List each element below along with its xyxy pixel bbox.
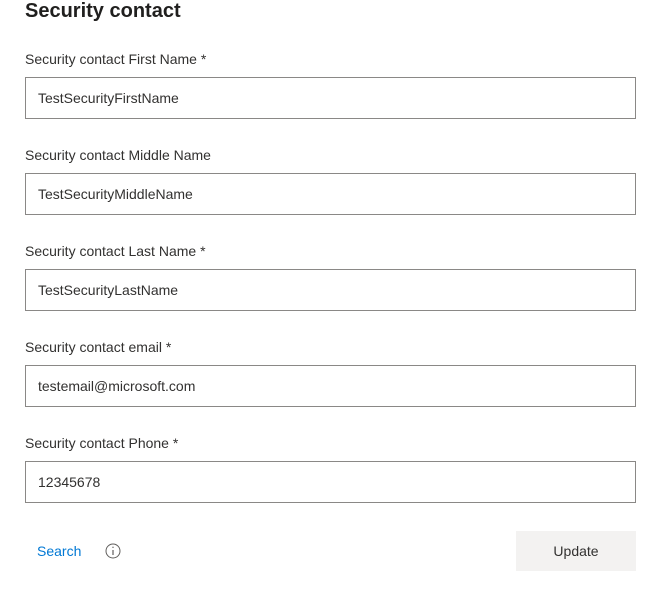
info-icon[interactable] <box>105 543 121 559</box>
search-link[interactable]: Search <box>37 543 81 559</box>
middle-name-input[interactable] <box>25 173 636 215</box>
section-title: Security contact <box>25 0 636 23</box>
form-group-phone: Security contact Phone <box>25 435 636 503</box>
footer-left: Search <box>25 543 121 559</box>
form-group-middle-name: Security contact Middle Name <box>25 147 636 215</box>
footer-row: Search Update <box>25 531 636 571</box>
form-group-email: Security contact email <box>25 339 636 407</box>
form-group-last-name: Security contact Last Name <box>25 243 636 311</box>
update-button[interactable]: Update <box>516 531 636 571</box>
first-name-label: Security contact First Name <box>25 51 636 67</box>
email-label: Security contact email <box>25 339 636 355</box>
last-name-label: Security contact Last Name <box>25 243 636 259</box>
email-input[interactable] <box>25 365 636 407</box>
phone-input[interactable] <box>25 461 636 503</box>
form-group-first-name: Security contact First Name <box>25 51 636 119</box>
first-name-input[interactable] <box>25 77 636 119</box>
last-name-input[interactable] <box>25 269 636 311</box>
middle-name-label: Security contact Middle Name <box>25 147 636 163</box>
phone-label: Security contact Phone <box>25 435 636 451</box>
